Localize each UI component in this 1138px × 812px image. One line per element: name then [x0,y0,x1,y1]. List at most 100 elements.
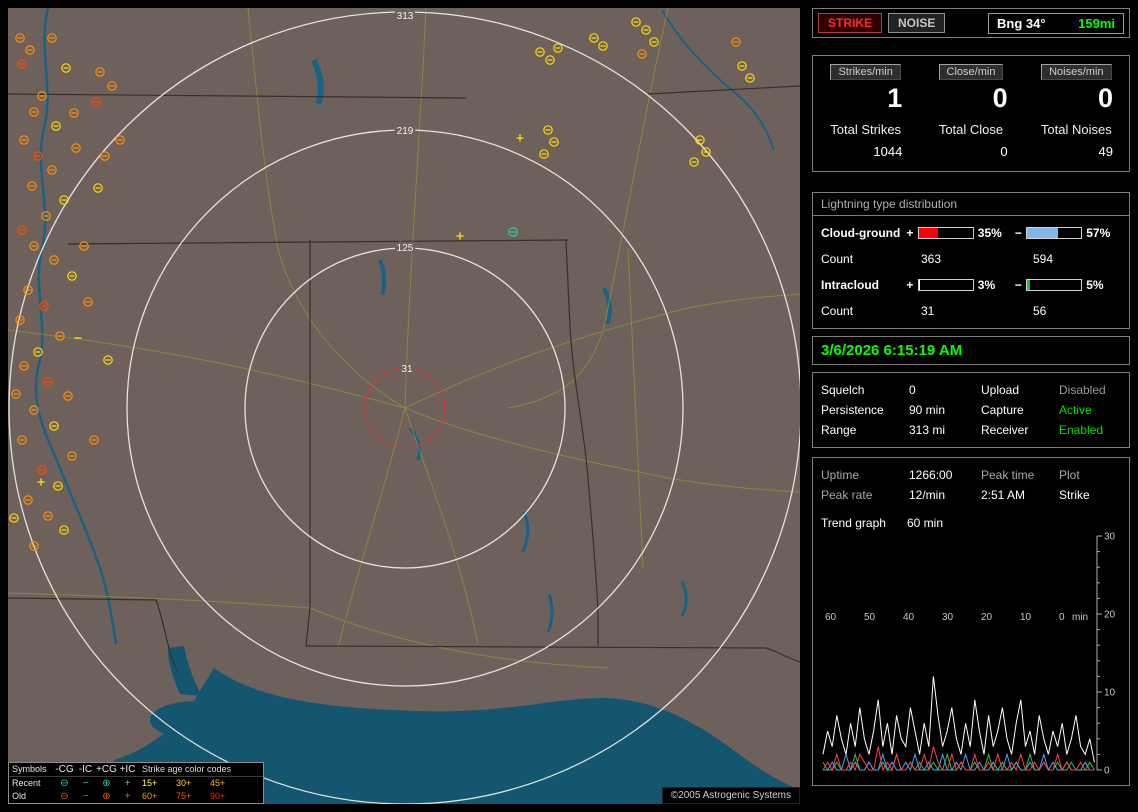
legend-col-ic-neg: -IC [75,763,96,776]
svg-text:60: 60 [825,612,837,623]
total-close-label: Total Close [939,122,1003,137]
strikes-per-min-value: 1 [887,84,902,112]
capture-label: Capture [981,400,1059,420]
trend-graph-row: Trend graph 60 min [821,514,1121,532]
strike-map[interactable]: 313 219 125 31 Symbols -CG -IC +CG +IC S… [8,8,800,804]
strikes-per-min-column: Strikes/min 1 Total Strikes 1044 [813,64,918,159]
datetime-box: 3/6/2026 6:15:19 AM [812,336,1130,365]
minus-sign: − [1013,278,1025,292]
status-row: Persistence 90 min Capture Active [821,400,1121,420]
legend-symbols-label: Symbols [9,763,54,776]
svg-text:10: 10 [1104,688,1116,699]
bearing-distance-box: Bng 34° 159mi [988,13,1124,34]
cg-negative-pct: 57% [1086,226,1121,240]
uptime-value: 1266:00 [909,465,981,485]
minus-icon: − [75,777,96,790]
circle-plus-icon: ⊕ [96,790,117,803]
legend-age-title: Strike age color codes [138,763,263,776]
legend-col-cg-pos: +CG [96,763,117,776]
uptime-label: Uptime [821,465,909,485]
cg-negative-bar [1026,227,1082,239]
legend-old-label: Old [9,790,54,803]
count-label: Count [821,252,907,266]
upload-value: Disabled [1059,380,1121,400]
indicator-box: STRIKE NOISE Bng 34° 159mi [812,8,1130,38]
age-code-45: 45+ [206,777,240,790]
circle-minus-icon: ⊖ [54,790,75,803]
age-code-15: 15+ [138,777,172,790]
ring-label-31: 31 [401,364,413,375]
svg-text:40: 40 [903,612,915,623]
plus-icon: + [117,790,138,803]
svg-text:30: 30 [942,612,954,623]
plus-icon: + [117,777,138,790]
age-code-60: 60+ [138,790,172,803]
stats-row: Uptime 1266:00 Peak time Plot [821,465,1121,485]
status-panel: STRIKE NOISE Bng 34° 159mi Strikes/min 1… [812,8,1130,786]
squelch-value: 0 [909,380,981,400]
noises-per-min-button[interactable]: Noises/min [1041,64,1111,80]
legend-header-row: Symbols -CG -IC +CG +IC Strike age color… [9,763,263,777]
minus-sign: − [1013,226,1025,240]
age-code-75: 75+ [172,790,206,803]
status-row: Range 313 mi Receiver Enabled [821,420,1121,440]
plus-sign: + [904,278,916,292]
ring-label-313: 313 [397,11,414,22]
range-value: 313 mi [909,420,981,440]
svg-text:0: 0 [1104,766,1110,777]
plot-label: Plot [1059,465,1121,485]
copyright-notice: ©2005 Astrogenic Systems [662,787,800,804]
persistence-value: 90 min [909,400,981,420]
cg-positive-pct: 35% [978,226,1013,240]
total-close-value: 0 [1000,144,1007,159]
svg-text:30: 30 [1104,532,1116,543]
strikes-per-min-button[interactable]: Strikes/min [830,64,900,80]
river-layer [36,8,774,644]
age-code-90: 90+ [206,790,240,803]
circle-minus-icon: ⊖ [54,777,75,790]
legend-recent-row: Recent ⊖ − ⊕ + 15+ 30+ 45+ [9,777,263,790]
circle-plus-icon: ⊕ [96,777,117,790]
close-per-min-value: 0 [993,84,1008,112]
peak-time-label: Peak time [981,465,1059,485]
noises-per-min-column: Noises/min 0 Total Noises 49 [1024,64,1129,159]
cloud-ground-count-row: Count 363 594 [813,246,1129,272]
trend-graph-label: Trend graph [821,514,907,532]
svg-text:50: 50 [864,612,876,623]
close-per-min-button[interactable]: Close/min [939,64,1004,80]
capture-value: Active [1059,400,1121,420]
close-per-min-column: Close/min 0 Total Close 0 [918,64,1023,159]
ic-positive-bar [918,279,974,291]
distance-value: 159mi [1078,16,1115,31]
noises-per-min-value: 0 [1098,84,1113,112]
map-canvas: 313 219 125 31 [8,8,800,804]
distribution-box: Lightning type distribution Cloud-ground… [812,192,1130,329]
bar-fill [1027,280,1030,290]
legend-col-cg-neg: -CG [54,763,75,776]
plot-value[interactable]: Strike [1059,485,1121,505]
svg-text:10: 10 [1020,612,1032,623]
rates-box: Strikes/min 1 Total Strikes 1044 Close/m… [812,55,1130,172]
stats-row: Peak rate 12/min 2:51 AM Strike [821,485,1121,505]
upload-label: Upload [981,380,1059,400]
legend-recent-label: Recent [9,777,54,790]
strike-indicator[interactable]: STRIKE [818,13,882,33]
ic-negative-count: 56 [1033,304,1046,318]
total-strikes-label: Total Strikes [830,122,901,137]
cloud-ground-row: Cloud-ground + 35% − 57% [813,220,1129,246]
range-label: Range [821,420,909,440]
ic-negative-pct: 5% [1086,278,1121,292]
noise-indicator[interactable]: NOISE [888,13,945,33]
total-noises-label: Total Noises [1041,122,1112,137]
bar-fill [919,228,938,238]
peak-rate-value: 12/min [909,485,981,505]
minus-icon: − [75,790,96,803]
intracloud-row: Intracloud + 3% − 5% [813,272,1129,298]
cg-negative-count: 594 [1033,252,1053,266]
age-code-30: 30+ [172,777,206,790]
persistence-label: Persistence [821,400,909,420]
svg-text:20: 20 [1104,610,1116,621]
road-layer [8,8,800,668]
receiver-value: Enabled [1059,420,1121,440]
trend-window-value[interactable]: 60 min [907,514,1121,532]
